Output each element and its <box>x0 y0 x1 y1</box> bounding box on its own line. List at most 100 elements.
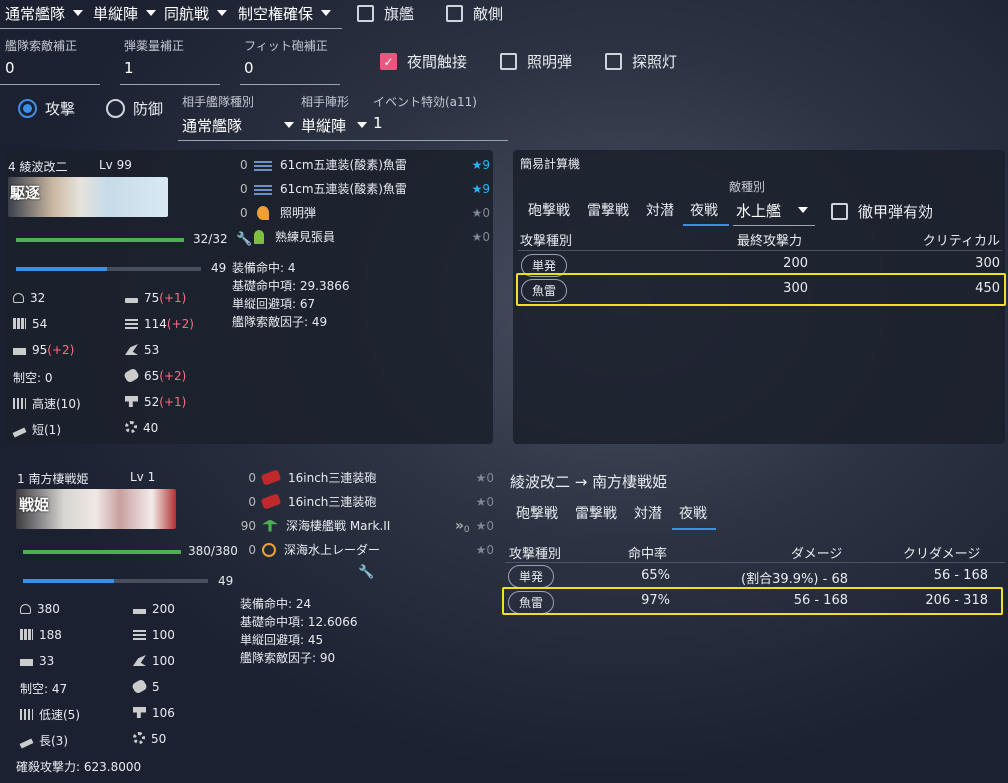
result-header-hit: 命中率 <box>628 547 668 562</box>
ship1-equip-3[interactable]: 0 照明弾 ★0 <box>240 204 490 221</box>
ship1-equip-2[interactable]: 0 61cm五連装(酸素)魚雷 ★9 <box>240 180 490 197</box>
ship1-los-factor: 艦隊索敵因子: 49 <box>232 315 328 329</box>
range-icon <box>19 738 34 749</box>
ship1-name: 4 綾波改二 <box>8 160 68 174</box>
ship1-equip-4[interactable]: 熟練見張員 ★0 <box>240 228 490 245</box>
gun-icon <box>133 609 146 614</box>
lookout-icon <box>254 229 264 244</box>
ship2-hp-text: 380/380 <box>188 544 238 558</box>
stat-evasion: 95(+2) <box>13 343 74 357</box>
attack-radio[interactable]: 攻撃 <box>18 98 75 119</box>
ship1-equip-1[interactable]: 0 61cm五連装(酸素)魚雷 ★9 <box>240 156 490 173</box>
engagement-value: 同航戦 <box>164 4 210 23</box>
result-tab-night[interactable]: 夜戦 <box>679 503 707 523</box>
enemy-select-underline <box>178 140 508 141</box>
improvement-star: ★0 <box>471 205 490 220</box>
star-shell-icon <box>257 205 269 220</box>
clover-icon <box>125 421 137 433</box>
chevron-down-icon <box>357 122 367 128</box>
result-row-damage: (割合39.9%) - 68 <box>741 572 848 587</box>
stat-aa: 53 <box>125 343 159 357</box>
enemy-fleet-type-select[interactable]: 通常艦隊 <box>182 113 294 137</box>
calc-tab-asw[interactable]: 対潜 <box>646 200 674 220</box>
calc-divider <box>518 250 1002 251</box>
gun-icon <box>125 298 138 303</box>
ship2-base-accuracy: 基礎命中項: 12.6066 <box>240 615 358 629</box>
stat-luck: 50 <box>133 732 166 746</box>
stat-torpedo: 114(+2) <box>125 317 194 331</box>
stat-speed: 高速(10) <box>13 395 81 412</box>
heart-icon <box>13 293 24 303</box>
chevron-down-icon <box>217 10 228 16</box>
ship1-level: Lv 99 <box>99 158 132 172</box>
formation-value: 単縦陣 <box>93 4 139 23</box>
ship1-panel: 4 綾波改二 Lv 99 駆逐 32/32 49 32 75(+1) 54 11… <box>3 150 493 444</box>
evasion-icon <box>20 659 33 666</box>
ship2-equip-1[interactable]: 0 16inch三連装砲 ★0 <box>240 469 494 486</box>
wrench-icon[interactable]: 🔧 <box>358 565 374 580</box>
engagement-select[interactable]: 同航戦 <box>164 1 228 25</box>
fleet-type-select[interactable]: 通常艦隊 <box>5 1 84 25</box>
chevron-down-icon <box>146 10 157 16</box>
stat-speed: 低速(5) <box>20 706 80 723</box>
ship1-evasion-term: 単縦回避項: 67 <box>232 297 316 311</box>
result-header-damage: ダメージ <box>791 547 843 562</box>
enemy-type-select[interactable]: 水上艦 <box>736 198 808 222</box>
event-bonus-input[interactable]: 1 <box>373 114 383 132</box>
flagship-checkbox[interactable]: 旗艦 <box>357 3 414 24</box>
ap-shell-checkbox[interactable]: 徹甲弾有効 <box>831 201 933 222</box>
ship2-equip-2[interactable]: 0 16inch三連装砲 ★0 <box>240 493 494 510</box>
result-tab-asw[interactable]: 対潜 <box>634 503 662 523</box>
enemy-formation-label: 相手陣形 <box>301 95 350 109</box>
stat-luck: 40 <box>125 421 158 435</box>
star-shell-checkbox[interactable]: 照明弾 <box>500 51 572 72</box>
defense-radio[interactable]: 防御 <box>106 98 163 119</box>
improvement-star: ★0 <box>475 494 494 509</box>
top-select-underline <box>0 28 342 29</box>
enemy-fleet-type-value: 通常艦隊 <box>182 116 243 135</box>
calc-panel: 簡易計算機 砲撃戦 雷撃戦 対潜 夜戦 敵種別 水上艦 徹甲弾有効 攻撃種別 最… <box>513 150 1006 444</box>
recon-input[interactable]: 0 <box>5 59 15 77</box>
ship2-name: 1 南方棲戦姫 <box>17 472 89 486</box>
range-icon <box>12 427 27 438</box>
equip-name: 照明弾 <box>280 206 317 220</box>
ship2-equip-4[interactable]: 0 深海水上レーダー ★0 <box>240 541 494 558</box>
proficiency-level: 0 <box>463 524 470 535</box>
calc-header-power: 最終攻撃力 <box>737 234 803 249</box>
improvement-star: ★9 <box>471 181 490 196</box>
equip-name: 深海水上レーダー <box>284 543 381 557</box>
stat-air: 制空: 0 <box>13 371 53 385</box>
result-tab-torpedo[interactable]: 雷撃戦 <box>575 503 617 523</box>
air-state-select[interactable]: 制空権確保 <box>238 1 332 25</box>
ammo-underline <box>120 84 220 85</box>
ship1-morale-text: 49 <box>211 261 227 275</box>
formation-select[interactable]: 単縦陣 <box>93 1 157 25</box>
result-torpedo-row-highlight <box>502 587 1003 615</box>
torpedo-icon <box>125 318 138 329</box>
searchlight-checkbox[interactable]: 探照灯 <box>605 51 677 72</box>
calc-tab-torpedo[interactable]: 雷撃戦 <box>587 200 629 220</box>
enemy-type-underline <box>733 225 815 226</box>
ship2-morale-text: 49 <box>218 574 234 588</box>
enemy-formation-select[interactable]: 単縦陣 <box>301 113 367 137</box>
improvement-star: ★9 <box>471 157 490 172</box>
fit-input[interactable]: 0 <box>244 59 254 77</box>
calc-tab-night[interactable]: 夜戦 <box>690 200 718 220</box>
stat-los: 106 <box>133 706 175 720</box>
depth-charge-icon <box>123 367 140 384</box>
stat-hp: 380 <box>20 602 60 616</box>
enemy-side-checkbox[interactable]: 敵側 <box>446 3 503 24</box>
result-tab-indicator <box>672 528 716 530</box>
clover-icon <box>133 732 145 744</box>
defense-label: 防御 <box>133 100 164 118</box>
night-contact-checkbox[interactable]: ✓ 夜間触接 <box>380 51 467 72</box>
calc-tab-shelling[interactable]: 砲撃戦 <box>528 200 570 220</box>
result-row-crit: 56 - 168 <box>933 568 988 583</box>
big-gun-icon <box>260 493 282 510</box>
result-tab-shelling[interactable]: 砲撃戦 <box>516 503 558 523</box>
ship2-equip-3[interactable]: 90 深海棲艦戦 Mark.II» 0 ★0 <box>240 517 494 535</box>
result-title: 綾波改二 → 南方棲戦姫 <box>510 473 668 491</box>
wrench-icon[interactable]: 🔧 <box>236 232 252 247</box>
ammo-input[interactable]: 1 <box>124 59 134 77</box>
binoculars-icon <box>133 707 146 718</box>
